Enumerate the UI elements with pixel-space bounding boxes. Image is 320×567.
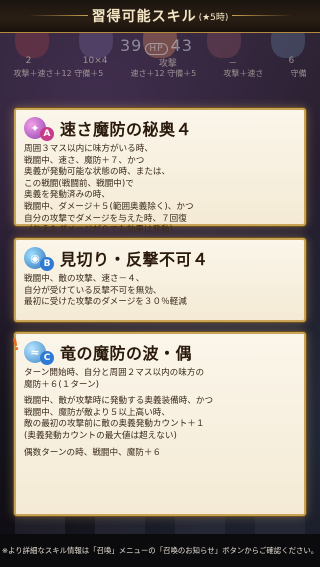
skill-description: 周囲３マス以内に味方がいる時、 戦闘中、速さ、魔防＋７、かつ 奥義が発動可能な状… [24,144,296,237]
skill-list[interactable]: ✦ A 速さ魔防の秘奥４ 周囲３マス以内に味方がいる時、 戦闘中、速さ、魔防＋７… [10,96,306,516]
skill-card-a[interactable]: ✦ A 速さ魔防の秘奥４ 周囲３マス以内に味方がいる時、 戦闘中、速さ、魔防＋７… [14,108,306,235]
hp-left: 39 [120,36,143,55]
background-hp: 39 HP 43 [120,36,193,55]
buff-cell: 速さ＋12 守備＋5 [130,69,197,78]
description-line: 奥義を発動済みの時、 [24,190,110,201]
rarity-note: (★5時) [198,12,229,23]
description-line: 戦闘中、ダメージ＋５(範囲奥義除く)、かつ [24,201,194,212]
buff-cell: 攻撃＋速さ [223,69,264,78]
description-line: 戦闘中、魔防が敵より５以上高い時、 [24,407,170,418]
skill-card-c[interactable]: ! ≈ C 竜の魔防の波・偶 ターン開始時、自分と周囲２マス以内の味方の 魔防＋… [10,332,306,516]
footer-note: ※より詳細なスキル情報は「召喚」メニューの「召喚のお知らせ」ボタンからご確認くだ… [0,534,320,567]
slot-letter: C [40,351,54,365]
description-line: 戦闘中、敵の攻撃、速さ－４、 [24,274,145,284]
skill-description: 戦闘中、敵の攻撃、速さ－４、 自分が受けている反撃不可を無効、 最初に受けた攻撃… [24,274,296,309]
skill-name: 見切り・反撃不可４ [60,250,209,269]
skill-header: ◉ B 見切り・反撃不可４ [24,246,296,271]
skill-description: ターン開始時、自分と周囲２マス以内の味方の 魔防＋６(１ターン) 戦闘中、敵が攻… [24,368,296,459]
description-line: 偶数ターンの時、戦闘中、魔防＋６ [24,447,162,458]
description-line: 奥義が発動可能な状態の時、または、 [24,167,171,178]
hp-tag: HP [145,43,168,55]
dialog-header: 習得可能スキル (★5時) [0,0,320,33]
eye-skill-icon: ◉ B [24,247,54,271]
background-buff-row: 攻撃＋速さ＋12 守備＋5 速さ＋12 守備＋5 攻撃＋速さ 守備 [0,68,320,79]
hp-right: 43 [170,36,193,55]
skill-card-b[interactable]: ◉ B 見切り・反撃不可４ 戦闘中、敵の攻撃、速さ－４、 自分が受けている反撃不… [14,238,306,322]
description-line: 戦闘中、速さ、魔防＋７、かつ [24,155,145,166]
slot-letter: A [40,127,54,141]
skill-glyph-icon: ≈ [30,345,40,359]
footer-note-text: ※より詳細なスキル情報は「召喚」メニューの「召喚のお知らせ」ボタンからご確認くだ… [1,546,319,555]
buff-cell: 攻撃＋速さ＋12 守備＋5 [13,69,104,78]
description-line: 自分が受けている反撃不可を無効、 [24,285,162,296]
skill-glyph-icon: ✦ [30,121,40,135]
description-line: 戦闘中、敵が攻撃時に発動する奥義装備時、かつ [24,396,214,407]
dialog-title: 習得可能スキル [91,9,197,25]
description-line: この戦闘(戦闘前、戦闘中)で [24,178,134,189]
slot-letter: B [40,257,54,271]
description-line: 周囲３マス以内に味方がいる時、 [24,144,153,154]
description-line: 自分の攻撃でダメージを与えた時、７回復 [24,213,187,224]
skill-glyph-icon: ◉ [30,251,40,265]
skill-name: 竜の魔防の波・偶 [60,344,193,363]
buff-cell: 守備 [290,69,307,78]
description-line: ターン開始時、自分と周囲２マス以内の味方の [24,368,205,378]
skill-name: 速さ魔防の秘奥４ [60,120,193,139]
description-line: （与えたダメージが０でも効果は発動） [24,225,179,236]
description-line: 最初に受けた攻撃のダメージを３０％軽減 [24,297,187,308]
wave-skill-icon: ! ≈ C [10,334,54,365]
description-line: 敵の最初の攻撃前に敵の奥義発動カウント＋１ [24,419,205,430]
description-line: 魔防＋６(１ターン) [24,379,100,390]
description-line: (奥義発動カウントの最大値は超えない) [24,430,177,441]
background-stats: 39 HP 43 2 10×4 攻撃 － 6 攻撃＋速さ＋12 守備＋5 速さ＋12… [0,36,320,79]
magic-shield-skill-icon: ✦ A [24,117,54,141]
skill-header: ! ≈ C 竜の魔防の波・偶 [10,334,296,365]
skill-header: ✦ A 速さ魔防の秘奥４ [24,116,296,141]
